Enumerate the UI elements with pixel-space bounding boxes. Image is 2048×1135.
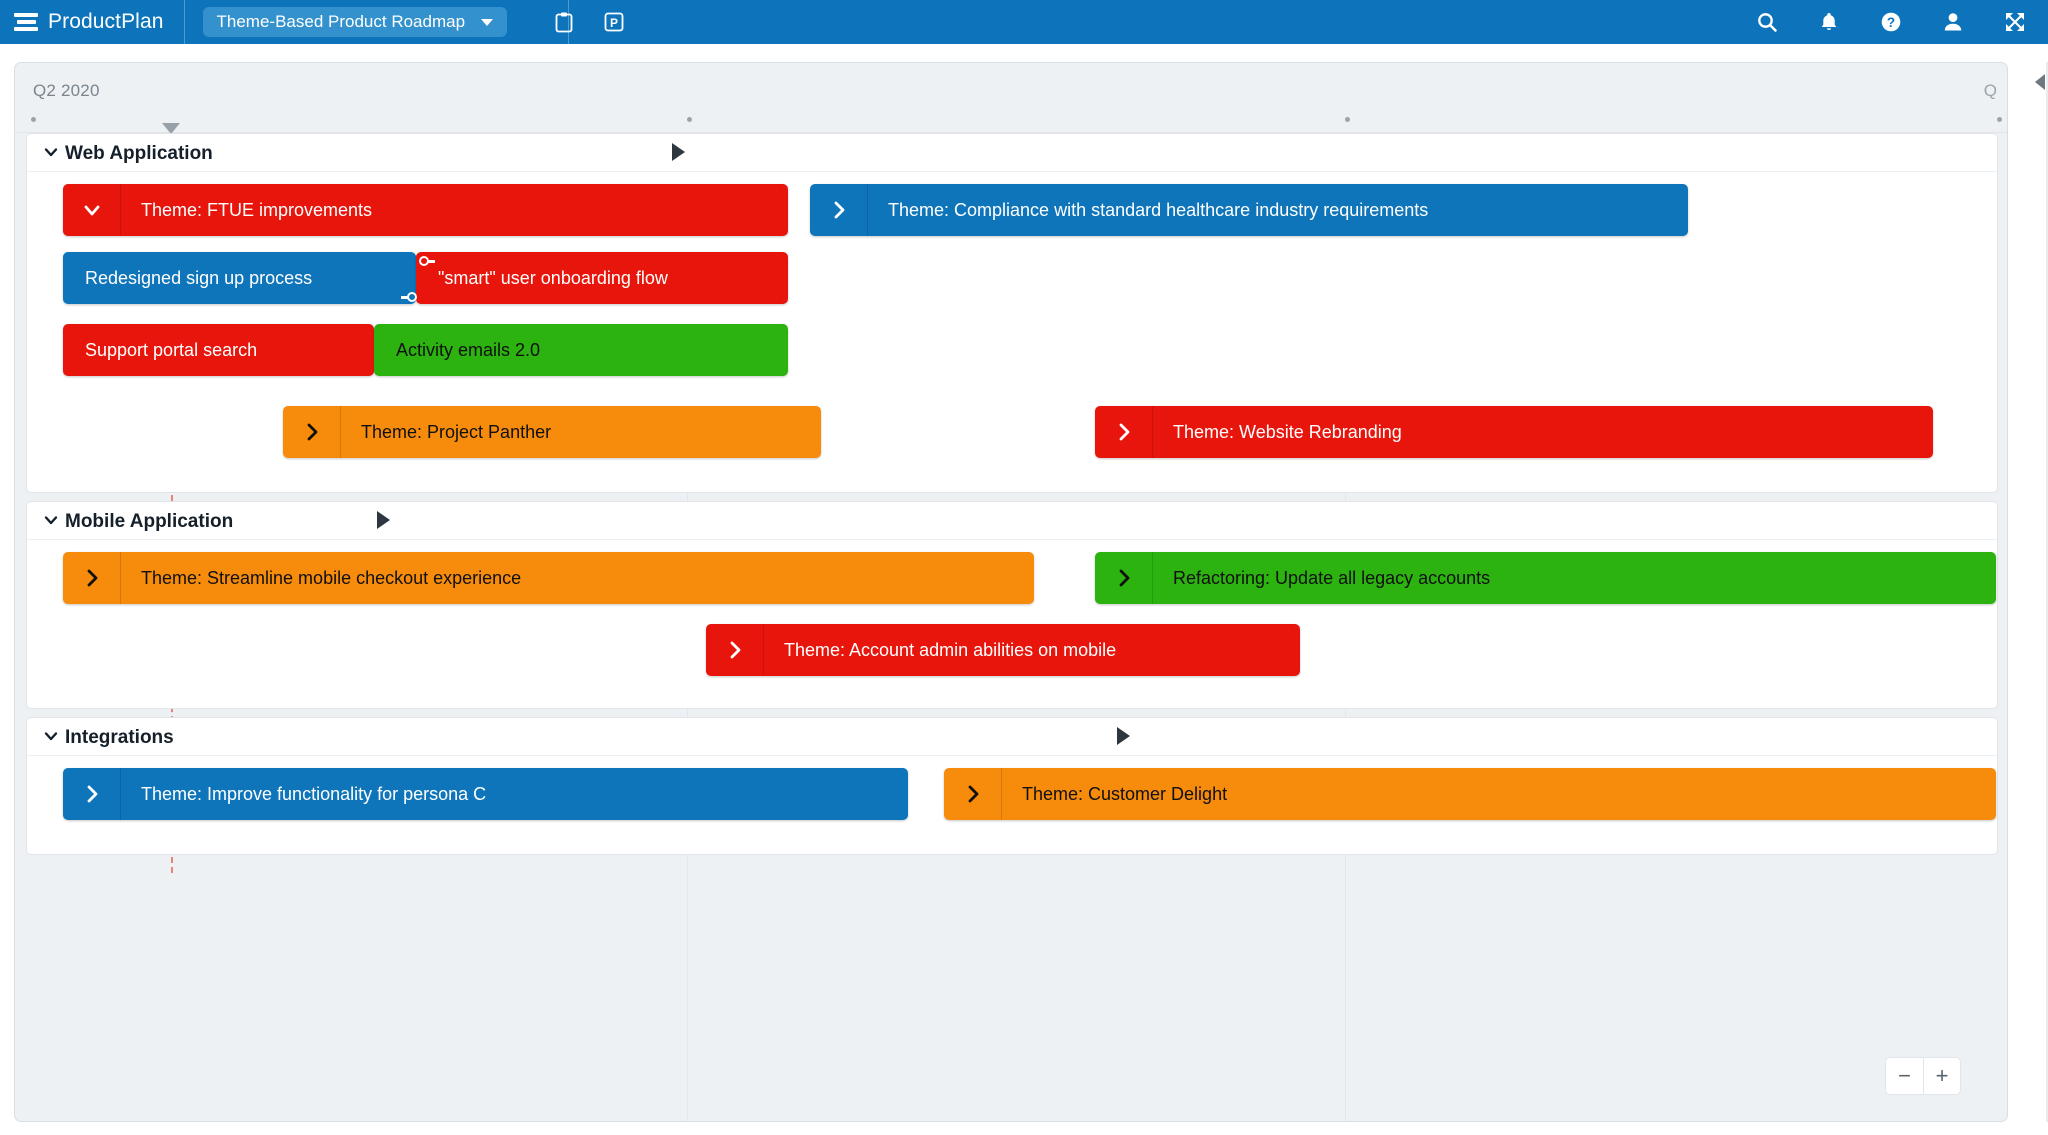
- initiative-bar[interactable]: Redesigned sign up process: [63, 252, 416, 304]
- timeline-tick: [1997, 117, 2002, 122]
- initiative-bar[interactable]: Support portal search: [63, 324, 374, 376]
- chevron-right-icon[interactable]: [1095, 406, 1153, 458]
- swimlane-header[interactable]: Web Application: [27, 134, 1997, 172]
- theme-bar[interactable]: Theme: Streamline mobile checkout experi…: [63, 552, 1034, 604]
- bar-label: Theme: Compliance with standard healthca…: [888, 199, 1429, 220]
- lane-play-marker[interactable]: [1117, 727, 1130, 745]
- theme-bar[interactable]: Theme: FTUE improvements: [63, 184, 788, 236]
- chevron-right-icon[interactable]: [1095, 552, 1153, 604]
- svg-text:P: P: [610, 16, 618, 30]
- chevron-right-icon[interactable]: [63, 552, 121, 604]
- productplan-logo-icon: [14, 12, 38, 32]
- chevron-down-icon[interactable]: [63, 184, 121, 236]
- timeline-tick: [1345, 117, 1350, 122]
- swimlane-body: Theme: Streamline mobile checkout experi…: [27, 540, 1997, 708]
- bar-label: "smart" user onboarding flow: [438, 267, 668, 288]
- swimlane-title: Mobile Application: [65, 511, 234, 532]
- brand-name: ProductPlan: [48, 10, 164, 33]
- bar-label: Theme: FTUE improvements: [141, 199, 373, 220]
- swimlane: Integrations Theme: Improve functionality…: [26, 717, 1998, 855]
- parking-p-icon[interactable]: P: [603, 11, 625, 33]
- roadmap-canvas[interactable]: Q2 2020 Q Web Application Theme: FTUE imp…: [14, 62, 2008, 1122]
- header-divider-2: [568, 0, 569, 44]
- productplan-roadmap-app: ProductPlan Theme-Based Product Roadmap …: [0, 0, 2048, 1135]
- swimlane-header[interactable]: Integrations: [27, 718, 1997, 756]
- timeline-header[interactable]: Q2 2020 Q: [15, 63, 2007, 134]
- chevron-right-icon[interactable]: [283, 406, 341, 458]
- swimlane: Mobile Application Theme: Streamline mobi…: [26, 501, 1998, 709]
- swimlane-body: Theme: FTUE improvements Theme: Complianc…: [27, 172, 1997, 492]
- zoom-in-button[interactable]: +: [1923, 1057, 1961, 1095]
- quarter-label-right: Q: [1983, 81, 1997, 100]
- chevron-right-icon[interactable]: [63, 768, 121, 820]
- theme-bar[interactable]: Refactoring: Update all legacy accounts: [1095, 552, 1996, 604]
- bar-label: Refactoring: Update all legacy accounts: [1173, 567, 1491, 588]
- bar-label: Redesigned sign up process: [85, 267, 313, 288]
- swimlane-title: Integrations: [65, 727, 174, 748]
- theme-bar[interactable]: Theme: Website Rebranding: [1095, 406, 1933, 458]
- lane-play-marker[interactable]: [377, 511, 390, 529]
- dependency-connector-start[interactable]: [419, 256, 437, 266]
- chevron-right-icon[interactable]: [706, 624, 764, 676]
- help-icon[interactable]: ?: [1880, 11, 1902, 33]
- header-divider-1: [183, 0, 185, 44]
- bar-label: Theme: Account admin abilities on mobile: [784, 639, 1117, 660]
- bar-label: Theme: Streamline mobile checkout experi…: [141, 567, 522, 588]
- bar-label: Activity emails 2.0: [396, 339, 541, 360]
- swimlanes-container: Web Application Theme: FTUE improvements T…: [15, 133, 2007, 1121]
- initiative-bar[interactable]: Activity emails 2.0: [374, 324, 788, 376]
- document-selector[interactable]: Theme-Based Product Roadmap: [202, 7, 508, 37]
- chevron-right-icon[interactable]: [810, 184, 868, 236]
- theme-bar[interactable]: Theme: Account admin abilities on mobile: [706, 624, 1300, 676]
- document-title: Theme-Based Product Roadmap: [216, 12, 466, 31]
- lane-play-marker[interactable]: [672, 143, 685, 161]
- search-icon[interactable]: [1756, 11, 1778, 33]
- timeline-tick: [687, 117, 692, 122]
- top-navigation-bar: ProductPlan Theme-Based Product Roadmap …: [0, 0, 2048, 44]
- chevron-down-icon[interactable]: [44, 729, 58, 743]
- svg-text:?: ?: [1887, 15, 1895, 30]
- bar-label: Support portal search: [85, 339, 258, 360]
- dependency-connector-end[interactable]: [399, 292, 417, 302]
- bar-label: Theme: Improve functionality for persona…: [141, 783, 487, 804]
- bar-label: Theme: Project Panther: [361, 421, 552, 442]
- theme-bar[interactable]: Theme: Improve functionality for persona…: [63, 768, 908, 820]
- bell-icon[interactable]: [1818, 11, 1840, 33]
- initiative-bar[interactable]: "smart" user onboarding flow: [416, 252, 788, 304]
- header-actions: ?: [1756, 0, 2026, 44]
- clipboard-icon[interactable]: [553, 11, 575, 33]
- zoom-out-button[interactable]: −: [1885, 1057, 1923, 1095]
- theme-bar[interactable]: Theme: Customer Delight: [944, 768, 1996, 820]
- chevron-right-icon[interactable]: [944, 768, 1002, 820]
- swimlane: Web Application Theme: FTUE improvements T…: [26, 133, 1998, 493]
- expand-icon[interactable]: [2004, 11, 2026, 33]
- chevron-down-icon[interactable]: [44, 513, 58, 527]
- user-icon[interactable]: [1942, 11, 1964, 33]
- quarter-label: Q2 2020: [33, 81, 100, 100]
- swimlane-title: Web Application: [65, 143, 213, 164]
- bar-label: Theme: Customer Delight: [1022, 783, 1228, 804]
- theme-bar[interactable]: Theme: Project Panther: [283, 406, 821, 458]
- swimlane-body: Theme: Improve functionality for persona…: [27, 756, 1997, 854]
- brand-logo[interactable]: ProductPlan: [0, 0, 184, 44]
- swimlane-header[interactable]: Mobile Application: [27, 502, 1997, 540]
- theme-bar[interactable]: Theme: Compliance with standard healthca…: [810, 184, 1688, 236]
- bar-label: Theme: Website Rebranding: [1173, 421, 1402, 442]
- timeline-tick: [31, 117, 36, 122]
- collapse-panel-arrow[interactable]: [2035, 74, 2045, 90]
- chevron-down-icon[interactable]: [481, 18, 494, 26]
- zoom-controls: − +: [1885, 1057, 1961, 1095]
- chevron-down-icon[interactable]: [44, 145, 58, 159]
